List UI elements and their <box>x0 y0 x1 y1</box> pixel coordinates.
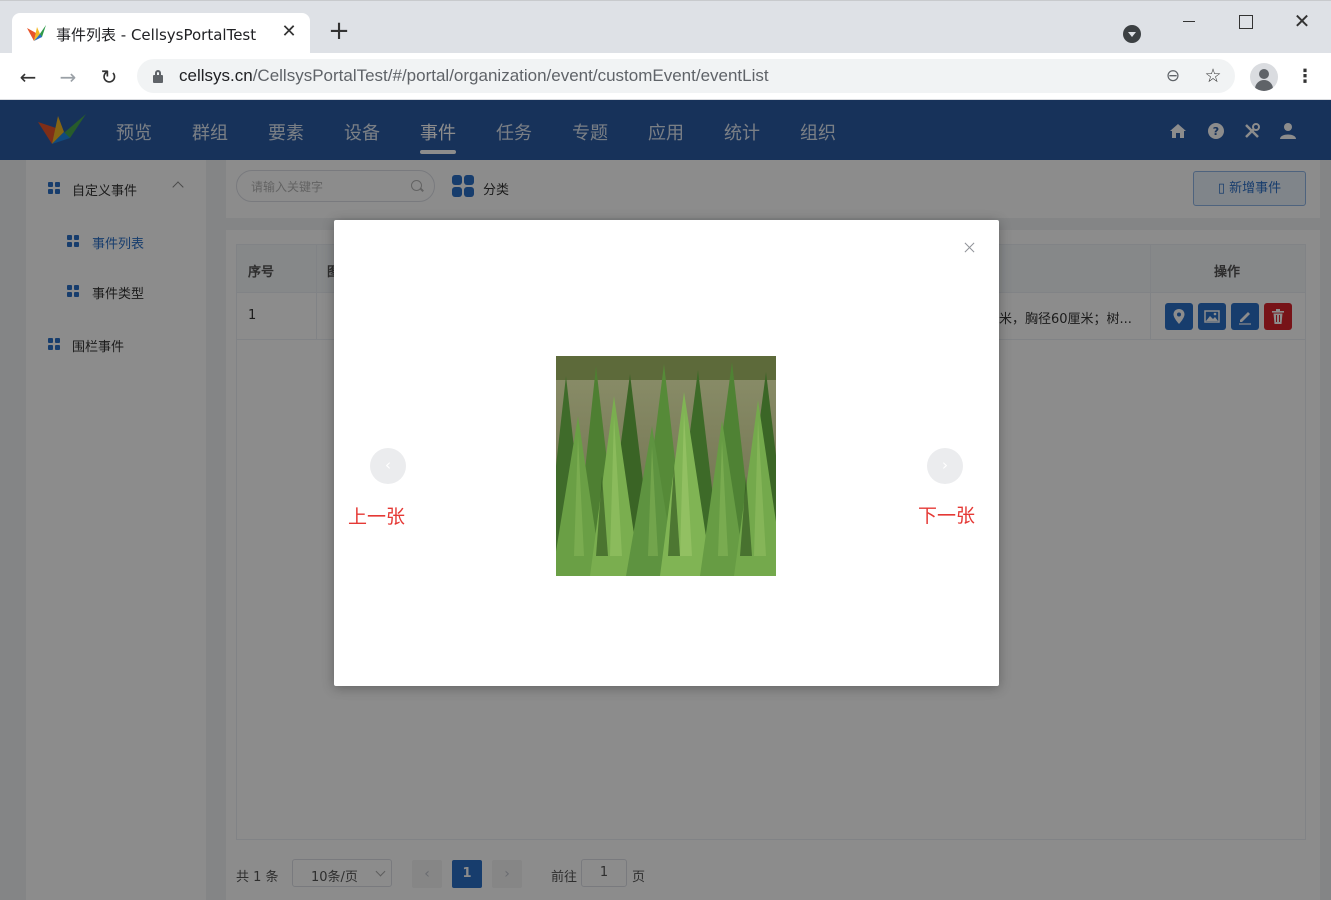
minimize-window-icon[interactable] <box>1177 9 1201 33</box>
tab-close-icon[interactable]: ✕ <box>278 21 300 43</box>
image-viewer-dialog: ‹ › 上一张 下一张 <box>334 220 999 686</box>
reload-icon[interactable]: ↻ <box>95 63 123 91</box>
close-dialog-icon[interactable] <box>962 240 978 256</box>
prev-image-label[interactable]: 上一张 <box>348 502 405 529</box>
app-logo-icon <box>27 25 46 41</box>
url-text[interactable]: cellsys.cn/CellsysPortalTest/#/portal/or… <box>179 66 769 86</box>
profile-avatar-icon[interactable] <box>1250 63 1278 91</box>
new-tab-icon[interactable]: + <box>326 18 352 45</box>
browser-tab[interactable]: 事件列表 - CellsysPortalTest ✕ <box>12 13 310 54</box>
address-bar[interactable]: cellsys.cn/CellsysPortalTest/#/portal/or… <box>137 59 1235 93</box>
back-arrow-icon[interactable]: ← <box>14 63 42 91</box>
browser-tab-strip: 事件列表 - CellsysPortalTest ✕ + ✕ <box>0 0 1331 54</box>
next-image-button[interactable]: › <box>927 448 963 484</box>
tab-title: 事件列表 - CellsysPortalTest <box>56 26 257 44</box>
browser-menu-icon[interactable]: ⋮ <box>1296 65 1314 89</box>
event-photo <box>556 356 776 576</box>
browser-toolbar: ← → ↻ cellsys.cn/CellsysPortalTest/#/por… <box>0 53 1331 100</box>
maximize-window-icon[interactable] <box>1233 9 1257 33</box>
prev-image-button[interactable]: ‹ <box>370 448 406 484</box>
media-control-icon[interactable] <box>1123 25 1141 43</box>
bookmark-star-icon[interactable]: ☆ <box>1203 66 1223 86</box>
close-window-icon[interactable]: ✕ <box>1290 9 1314 33</box>
lock-icon[interactable] <box>153 70 163 83</box>
next-image-label[interactable]: 下一张 <box>918 501 975 528</box>
zoom-icon[interactable]: ⊖ <box>1163 66 1183 86</box>
forward-arrow-icon[interactable]: → <box>54 63 82 91</box>
